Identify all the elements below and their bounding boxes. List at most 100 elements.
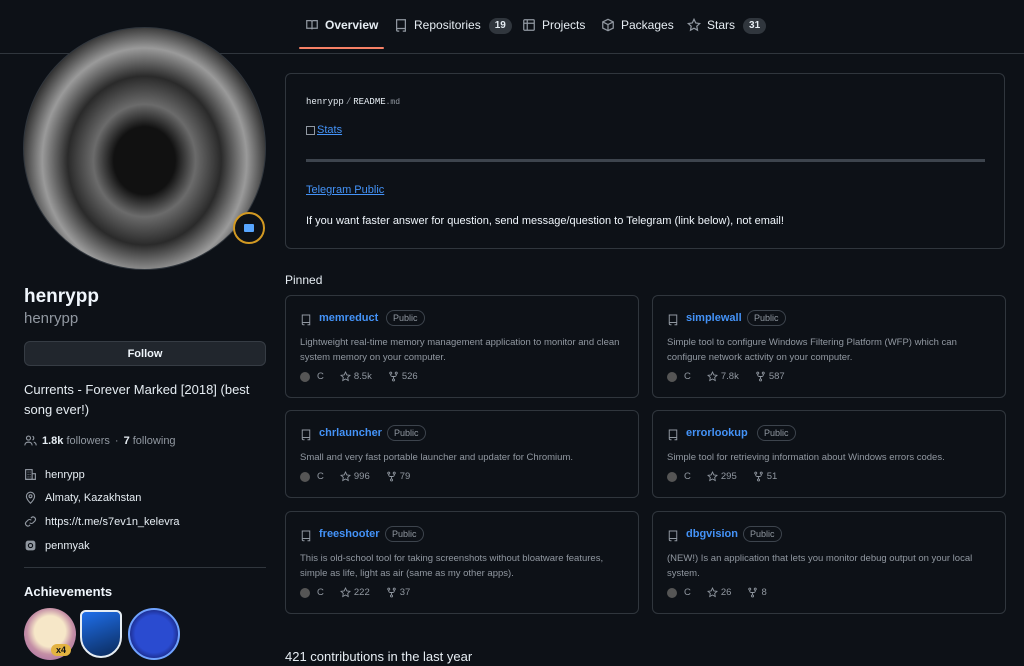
repo-description: Simple tool for retrieving information a… — [667, 452, 945, 463]
forks-link[interactable]: 8 — [747, 587, 767, 598]
star-count: 7.8k — [720, 371, 739, 382]
following-count: 7 — [123, 434, 130, 447]
following-link[interactable]: 7 following — [124, 435, 176, 447]
repo-language: C — [684, 587, 691, 598]
fork-count: 8 — [761, 587, 767, 598]
star-count: 26 — [720, 587, 732, 598]
follow-stats: 1.8k followers · 7 following — [24, 434, 176, 447]
fork-icon — [387, 471, 396, 482]
repo-language: C — [317, 371, 324, 382]
avatar[interactable] — [23, 27, 266, 270]
repo-language: C — [684, 371, 691, 382]
website-item[interactable]: https://t.me/s7ev1n_kelevra — [24, 515, 180, 528]
fork-icon — [387, 587, 396, 598]
pinned-heading: Pinned — [285, 273, 323, 287]
stars-link[interactable]: 222 — [339, 587, 370, 598]
followers-link[interactable]: 1.8k followers — [42, 435, 110, 447]
repo-description: Simple tool to configure Windows Filteri… — [667, 337, 957, 363]
repo-meta: C 8.5k 526 — [300, 371, 434, 382]
stars-link[interactable]: 996 — [339, 471, 370, 482]
star-icon — [706, 371, 718, 382]
package-icon — [602, 18, 614, 32]
pinned-repo-card: errorlookup Public Simple tool for retri… — [652, 410, 1006, 498]
link-icon — [25, 516, 36, 527]
repo-language: C — [317, 471, 324, 482]
visibility-badge: Public — [385, 526, 424, 542]
star-count: 996 — [353, 471, 370, 482]
fork-icon — [756, 371, 765, 382]
profile-readme: henrypp / README.md Stats Telegram Public … — [285, 73, 1005, 249]
repositories-count-badge: 19 — [488, 18, 512, 34]
visibility-badge: Public — [386, 310, 425, 326]
readme-message: If you want faster answer for question, … — [306, 215, 784, 227]
achievements-heading: Achievements — [24, 584, 113, 599]
profile-name: henrypp — [24, 286, 99, 307]
star-count: 8.5k — [353, 371, 372, 382]
forks-link[interactable]: 37 — [386, 587, 411, 598]
star-icon — [706, 471, 718, 482]
star-count: 222 — [353, 587, 370, 598]
organization-icon — [25, 469, 36, 480]
sidebar-divider — [24, 567, 266, 568]
fork-icon — [748, 587, 758, 598]
tab-repositories[interactable]: Repositories 19 — [394, 18, 512, 48]
fork-count: 526 — [401, 371, 418, 382]
achievement-badge-arctic-code-vault[interactable] — [128, 608, 180, 660]
star-icon — [339, 471, 351, 482]
tab-stars[interactable]: Stars 31 — [687, 18, 767, 48]
organization-name: henrypp — [45, 468, 85, 481]
repo-icon — [667, 529, 679, 542]
badge-multiplier: x4 — [51, 644, 72, 656]
star-icon — [339, 587, 351, 598]
readme-file: README — [353, 97, 386, 107]
forks-link[interactable]: 526 — [388, 371, 418, 382]
stars-count-badge: 31 — [743, 18, 767, 34]
website-link[interactable]: https://t.me/s7ev1n_kelevra — [45, 516, 180, 528]
location-icon — [25, 491, 36, 504]
repo-name-link[interactable]: simplewall — [686, 312, 742, 324]
telegram-link[interactable]: Telegram Public — [306, 184, 384, 196]
repo-name-link[interactable]: memreduct — [319, 312, 378, 324]
repo-description: This is old-school tool for taking scree… — [300, 553, 604, 579]
stars-link[interactable]: 7.8k — [706, 371, 739, 382]
location-item: Almaty, Kazakhstan — [24, 491, 141, 504]
visibility-badge: Public — [743, 526, 782, 542]
tab-overview[interactable]: Overview — [298, 18, 385, 49]
path-separator: / — [345, 97, 352, 107]
readme-owner-link[interactable]: henrypp — [306, 97, 344, 107]
follow-button[interactable]: Follow — [24, 341, 266, 366]
stars-link[interactable]: 26 — [706, 587, 732, 598]
tab-projects[interactable]: Projects — [522, 18, 585, 48]
followers-label: followers — [66, 434, 110, 447]
forks-link[interactable]: 79 — [386, 471, 410, 482]
star-count: 295 — [720, 471, 737, 482]
visibility-badge: Public — [757, 425, 796, 441]
forks-link[interactable]: 587 — [755, 371, 785, 382]
repo-language: C — [684, 471, 691, 482]
readme-hr — [306, 159, 985, 162]
language-color-dot — [300, 471, 310, 482]
tab-packages[interactable]: Packages — [601, 18, 674, 48]
fork-count: 51 — [766, 471, 778, 482]
repo-icon — [667, 313, 679, 326]
readme-path: henrypp / README.md — [306, 97, 400, 107]
repo-name-link[interactable]: freeshooter — [319, 528, 380, 540]
repo-name-link[interactable]: errorlookup — [686, 427, 748, 439]
tab-label: Stars — [707, 18, 736, 32]
forks-link[interactable]: 51 — [753, 471, 778, 482]
repo-name-link[interactable]: dbgvision — [686, 528, 738, 540]
fork-count: 37 — [399, 587, 411, 598]
stars-link[interactable]: 295 — [706, 471, 737, 482]
repo-icon — [300, 313, 312, 326]
social-link[interactable]: penmyak — [45, 540, 90, 552]
stars-link[interactable]: 8.5k — [339, 371, 372, 382]
achievement-badge-starstruck[interactable] — [80, 610, 122, 658]
social-item[interactable]: penmyak — [24, 539, 90, 552]
repo-description: Small and very fast portable launcher an… — [300, 452, 573, 463]
repo-icon — [667, 428, 679, 441]
stats-image-link[interactable]: Stats — [306, 124, 342, 136]
followers-count: 1.8k — [42, 434, 64, 447]
status-emoji-button[interactable] — [233, 212, 265, 244]
repo-name-link[interactable]: chrlauncher — [319, 427, 382, 439]
fork-count: 587 — [768, 371, 785, 382]
